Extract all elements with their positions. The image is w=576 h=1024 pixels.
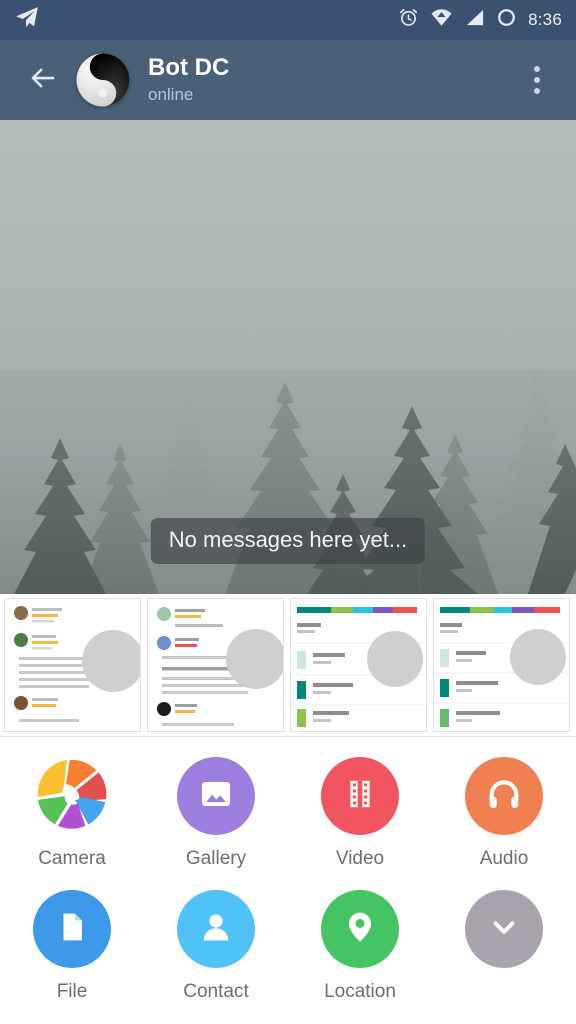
attach-option-label: Camera (38, 848, 106, 869)
header-titles: Bot DC online (148, 54, 229, 106)
attach-option-label: Video (335, 848, 385, 869)
film-strip-icon (342, 776, 378, 817)
audio-button[interactable] (465, 757, 543, 835)
online-status: online (148, 84, 194, 104)
alarm-icon (398, 7, 419, 33)
empty-chat-placeholder: No messages here yet... (150, 518, 426, 564)
yinyang-avatar (76, 53, 130, 107)
chat-message-area[interactable]: No messages here yet... (0, 120, 576, 594)
attachment-options-row-2: File Contact Location (0, 890, 576, 1003)
attachment-options-grid: Camera Gallery Video Audio File Contact … (0, 737, 576, 1003)
map-pin-icon (342, 909, 378, 950)
attachment-options-row-1: Camera Gallery Video Audio (0, 757, 576, 870)
storage-usage-screenshot-1 (291, 599, 426, 731)
avatar[interactable] (76, 53, 130, 107)
overflow-menu-icon (534, 88, 540, 94)
chat-header: Bot DC online (0, 40, 576, 120)
status-bar-icons: 8:36 (398, 7, 562, 33)
attach-option-label: Location (324, 981, 396, 1002)
list-item[interactable] (433, 598, 570, 732)
overflow-menu-icon (534, 77, 540, 83)
video-button[interactable] (321, 757, 399, 835)
overflow-menu-icon (534, 66, 540, 72)
document-icon (55, 910, 89, 949)
file-button[interactable] (33, 890, 111, 968)
attach-option-collapse[interactable] (432, 890, 576, 1003)
play-store-reviews-screenshot (5, 599, 140, 731)
signal-icon (464, 7, 485, 33)
status-bar-clock: 8:36 (528, 10, 562, 29)
attach-option-label: Audio (479, 848, 529, 869)
status-bar-notifications (14, 5, 40, 36)
camera-button[interactable] (33, 757, 111, 835)
telegram-send-icon (14, 5, 40, 36)
back-button[interactable] (20, 57, 66, 103)
headphones-icon (485, 775, 523, 818)
attach-option-gallery[interactable]: Gallery (144, 757, 288, 870)
contact-button[interactable] (177, 890, 255, 968)
overflow-menu-button[interactable] (516, 54, 558, 106)
collapse-button[interactable] (465, 890, 543, 968)
attach-option-file[interactable]: File (0, 890, 144, 1003)
wifi-icon (430, 7, 453, 33)
attach-option-camera[interactable]: Camera (0, 757, 144, 870)
attach-option-label: Gallery (185, 848, 247, 869)
attach-option-audio[interactable]: Audio (432, 757, 576, 870)
image-icon (198, 776, 234, 817)
battery-ring-icon (496, 7, 517, 33)
attach-option-video[interactable]: Video (288, 757, 432, 870)
attach-option-label: Contact (183, 981, 249, 1002)
attach-option-contact[interactable]: Contact (144, 890, 288, 1003)
storage-usage-screenshot-2 (434, 599, 569, 731)
telegram-support-reviews-screenshot (148, 599, 283, 731)
list-item[interactable] (4, 598, 141, 732)
back-arrow-icon (28, 63, 58, 98)
camera-shutter-icon (35, 757, 109, 836)
list-item[interactable] (147, 598, 284, 732)
status-bar: 8:36 (0, 0, 576, 40)
list-item[interactable] (290, 598, 427, 732)
person-icon (198, 909, 234, 950)
attach-option-location[interactable]: Location (288, 890, 432, 1003)
attachment-sheet: Camera Gallery Video Audio File Contact … (0, 594, 576, 1024)
recent-media-strip[interactable] (0, 594, 576, 736)
page-title: Bot DC (148, 54, 230, 82)
location-button[interactable] (321, 890, 399, 968)
attach-option-label: File (56, 981, 88, 1002)
chevron-down-icon (487, 910, 521, 949)
gallery-button[interactable] (177, 757, 255, 835)
